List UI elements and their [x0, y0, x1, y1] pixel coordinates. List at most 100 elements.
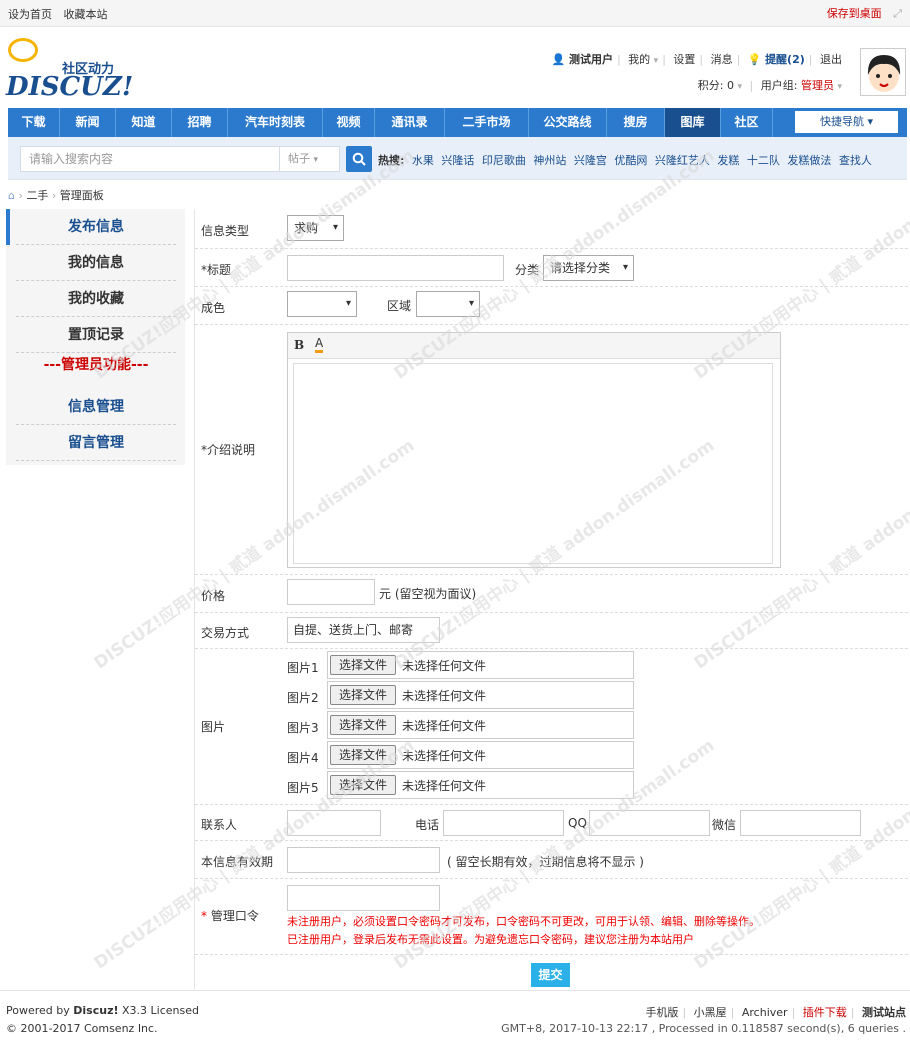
favorite-link[interactable]: 收藏本站 [64, 8, 108, 21]
nav-item-gallery[interactable]: 图库 [665, 108, 721, 137]
price-input[interactable] [287, 579, 375, 605]
username-link[interactable]: 测试用户 [569, 53, 613, 66]
info-type-select[interactable]: 求购 [287, 215, 344, 241]
file-input-3[interactable]: 选择文件 未选择任何文件 [327, 711, 634, 739]
mine-menu[interactable]: 我的 [628, 53, 650, 66]
qq-label: QQ [568, 816, 587, 830]
image-label-2: 图片2 [287, 691, 319, 705]
nav-item-secondhand[interactable]: 二手市场 [445, 108, 529, 137]
site-logo[interactable]: 社区动力 DISCUZ! [6, 38, 136, 102]
logout-link[interactable]: 退出 [820, 53, 842, 66]
hot-item[interactable]: 神州站 [533, 154, 566, 167]
archiver-link[interactable]: Archiver [742, 1006, 788, 1019]
active-indicator [6, 209, 10, 245]
set-home-link[interactable]: 设为首页 [8, 8, 52, 21]
password-input[interactable] [287, 885, 440, 911]
image-label-4: 图片4 [287, 751, 319, 765]
avatar[interactable] [860, 48, 906, 96]
choose-file-button[interactable]: 选择文件 [330, 655, 396, 675]
title-input[interactable] [287, 255, 504, 281]
condition-select[interactable] [287, 291, 357, 317]
file-input-1[interactable]: 选择文件 未选择任何文件 [327, 651, 634, 679]
intro-textarea[interactable] [293, 363, 773, 564]
nav-item-bus-schedule[interactable]: 汽车时刻表 [228, 108, 323, 137]
hot-item[interactable]: 兴隆红艺人 [655, 154, 710, 167]
logo-word: DISCUZ! [6, 72, 134, 102]
sidebar-item-info-manage[interactable]: 信息管理 [16, 389, 176, 425]
mobile-link[interactable]: 手机版 [645, 1006, 678, 1019]
search-input[interactable]: 请输入搜索内容 [20, 146, 280, 172]
hot-item[interactable]: 兴隆宫 [574, 154, 607, 167]
copyright: © 2001-2017 Comsenz Inc. [6, 1022, 158, 1035]
nav-item-bus-routes[interactable]: 公交路线 [529, 108, 607, 137]
nav-item-video[interactable]: 视频 [323, 108, 375, 137]
quick-nav-button[interactable]: 快捷导航 ▾ [795, 111, 898, 133]
phone-input[interactable] [443, 810, 564, 836]
search-type-select[interactable]: 帖子 ▾ [280, 146, 340, 172]
nav-item-housing[interactable]: 搜房 [607, 108, 665, 137]
nav-item-contacts[interactable]: 通讯录 [375, 108, 445, 137]
valid-hint: ( 留空长期有效，过期信息将不显示 ) [447, 855, 644, 869]
hot-item[interactable]: 优酷网 [614, 154, 647, 167]
valid-input[interactable] [287, 847, 440, 873]
trade-label: 交易方式 [201, 626, 250, 640]
choose-file-button[interactable]: 选择文件 [330, 745, 396, 765]
sidebar-item-my-info[interactable]: 我的信息 [16, 245, 176, 281]
points-link[interactable]: 积分: 0 [698, 79, 734, 92]
file-input-5[interactable]: 选择文件 未选择任何文件 [327, 771, 634, 799]
trade-input[interactable]: 自提、送货上门、邮寄 [287, 617, 440, 643]
search-icon[interactable] [346, 146, 372, 172]
expand-icon[interactable]: ⤢ [893, 7, 902, 20]
file-input-4[interactable]: 选择文件 未选择任何文件 [327, 741, 634, 769]
category-select[interactable]: 请选择分类 [543, 255, 634, 281]
hot-item[interactable]: 发糕做法 [787, 154, 831, 167]
save-desktop-link[interactable]: 保存到桌面 [827, 7, 882, 20]
font-color-icon[interactable]: A [315, 336, 324, 353]
intro-label: *介绍说明 [201, 443, 256, 457]
row-contact: 联系人 电话 QQ 微信 [195, 805, 908, 841]
messages-link[interactable]: 消息 [711, 53, 733, 66]
darkroom-link[interactable]: 小黑屋 [694, 1006, 727, 1019]
user-bar-2: 积分: 0 ▾ | 用户组: 管理员 ▾ [697, 79, 842, 92]
nav-item-news[interactable]: 新闻 [60, 108, 116, 137]
breadcrumb-manage[interactable]: 管理面板 [60, 189, 104, 202]
submit-button[interactable]: 提交 [531, 963, 570, 987]
file-input-2[interactable]: 选择文件 未选择任何文件 [327, 681, 634, 709]
choose-file-button[interactable]: 选择文件 [330, 685, 396, 705]
info-type-label: 信息类型 [201, 224, 250, 238]
sidebar-item-favorites[interactable]: 我的收藏 [16, 281, 176, 317]
hot-item[interactable]: 十二队 [747, 154, 780, 167]
user-icon: 👤 [551, 53, 566, 66]
home-icon[interactable]: ⌂ [8, 189, 15, 202]
main-nav: 下载 新闻 知道 招聘 汽车时刻表 视频 通讯录 二手市场 公交路线 搜房 图库… [8, 108, 907, 137]
hot-item[interactable]: 印尼歌曲 [482, 154, 526, 167]
remind-link[interactable]: 提醒(2) [765, 53, 805, 66]
image-label-3: 图片3 [287, 721, 319, 735]
chevron-down-icon: ▾ [653, 56, 659, 66]
hot-item[interactable]: 水果 [412, 154, 434, 167]
region-select[interactable] [416, 291, 480, 317]
choose-file-button[interactable]: 选择文件 [330, 775, 396, 795]
top-bar: 设为首页 收藏本站 保存到桌面 ⤢ [0, 0, 910, 27]
hot-item[interactable]: 兴隆话 [441, 154, 474, 167]
plugin-download-link[interactable]: 插件下载 [803, 1006, 847, 1019]
nav-item-community[interactable]: 社区 [721, 108, 773, 137]
nav-item-download[interactable]: 下载 [8, 108, 60, 137]
qq-input[interactable] [589, 810, 710, 836]
hot-item[interactable]: 发糕 [717, 154, 739, 167]
nav-item-jobs[interactable]: 招聘 [172, 108, 228, 137]
nav-item-knowledge[interactable]: 知道 [116, 108, 172, 137]
sidebar-item-comment-manage[interactable]: 留言管理 [16, 425, 176, 461]
settings-link[interactable]: 设置 [673, 53, 695, 66]
bold-icon[interactable]: B [294, 338, 304, 352]
discuz-link[interactable]: Discuz! [73, 1004, 118, 1017]
group-link[interactable]: 管理员 [801, 79, 834, 92]
breadcrumb-secondhand[interactable]: 二手 [26, 189, 48, 202]
hot-item[interactable]: 查找人 [839, 154, 872, 167]
choose-file-button[interactable]: 选择文件 [330, 715, 396, 735]
site-name-link[interactable]: 测试站点 [862, 1006, 906, 1019]
contact-input[interactable] [287, 810, 381, 836]
row-valid: 本信息有效期 ( 留空长期有效，过期信息将不显示 ) [195, 841, 908, 879]
wechat-input[interactable] [740, 810, 861, 836]
sidebar-item-post[interactable]: 发布信息 [16, 209, 176, 245]
